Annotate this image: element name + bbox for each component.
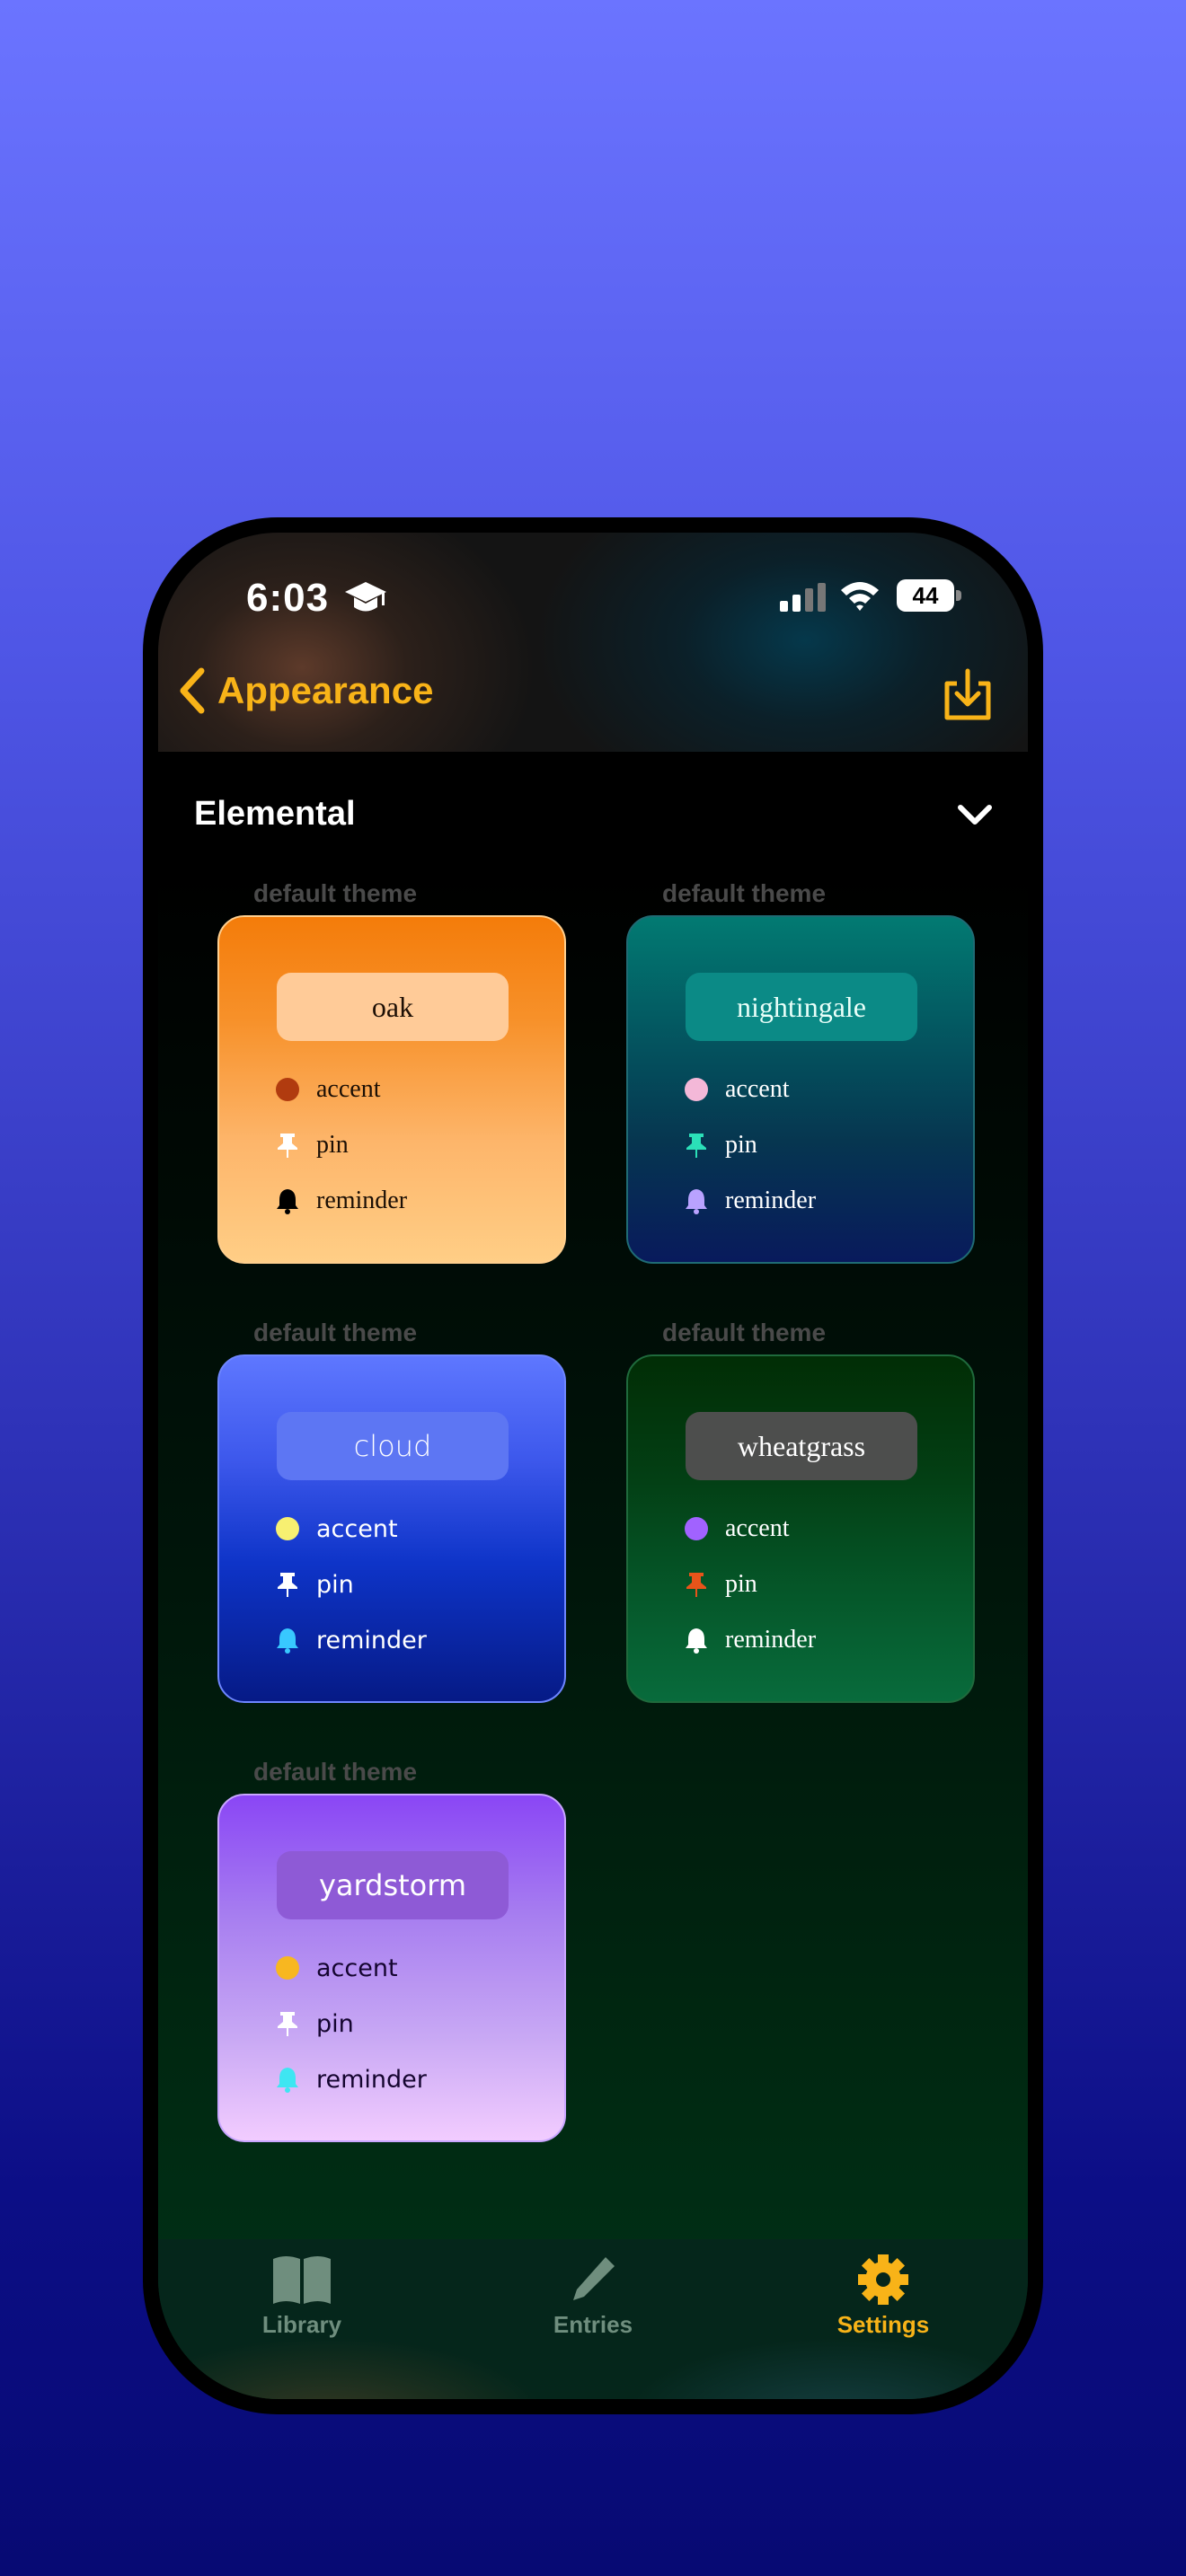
graduation-cap-icon (345, 582, 386, 612)
tab-label: Entries (553, 2311, 633, 2338)
accent-dot (276, 1078, 299, 1101)
accent-dot (276, 1517, 299, 1540)
accent-row: accent (273, 1514, 398, 1543)
wifi-icon (841, 582, 879, 611)
pin-icon (686, 1573, 706, 1597)
accent-label: accent (725, 1075, 790, 1103)
accent-label: accent (316, 1954, 398, 1982)
reminder-row: reminder (682, 1626, 816, 1654)
accent-dot (276, 1956, 299, 1980)
theme-card[interactable]: wheatgrass accent pin reminder (626, 1354, 975, 1703)
status-time: 6:03 (246, 576, 330, 620)
battery-icon: 44 (897, 579, 963, 612)
tab-bar: Library Entries Settings (158, 2239, 1028, 2399)
accent-row: accent (682, 1514, 790, 1543)
reminder-row: reminder (682, 1187, 816, 1215)
bell-icon (686, 1189, 707, 1214)
chevron-left-icon (180, 667, 205, 714)
reminder-row: reminder (273, 2065, 427, 2094)
bell-icon (277, 2068, 298, 2093)
export-icon[interactable] (942, 667, 994, 723)
theme-name-pill: nightingale (686, 973, 917, 1041)
pencil-icon (573, 2257, 615, 2300)
battery-level: 44 (897, 579, 954, 612)
tab-entries[interactable]: Entries (503, 2254, 683, 2339)
bell-icon (277, 1628, 298, 1654)
pin-icon (686, 1134, 706, 1158)
section-title: Elemental (194, 795, 356, 833)
pin-label: pin (316, 1570, 354, 1599)
theme-label: default theme (253, 1319, 418, 1346)
reminder-label: reminder (316, 2065, 427, 2094)
pin-row: pin (682, 1570, 757, 1599)
tab-settings[interactable]: Settings (793, 2254, 973, 2339)
cellular-signal-icon (780, 583, 826, 612)
pin-icon (278, 2012, 297, 2036)
accent-row: accent (273, 1075, 381, 1104)
pin-label: pin (725, 1570, 757, 1598)
reminder-label: reminder (725, 1626, 817, 1654)
pin-label: pin (316, 2009, 354, 2038)
theme-label: default theme (253, 1758, 418, 1786)
reminder-row: reminder (273, 1187, 407, 1215)
reminder-row: reminder (273, 1626, 427, 1654)
theme-name-pill: cloud (277, 1412, 509, 1480)
navigation-bar: 6:03 44 Appearance (158, 533, 1028, 752)
theme-card[interactable]: oak accent pin reminder (217, 915, 566, 1264)
theme-name-pill: wheatgrass (686, 1412, 917, 1480)
accent-dot (685, 1517, 708, 1540)
pin-label: pin (725, 1131, 757, 1159)
chevron-down-icon[interactable] (956, 800, 994, 829)
bell-icon (686, 1628, 707, 1654)
pin-icon (278, 1134, 297, 1158)
reminder-label: reminder (316, 1626, 427, 1654)
pin-row: pin (273, 1131, 349, 1160)
app-screen: 6:03 44 Appearance Elemental default the… (158, 533, 1028, 2399)
pin-label: pin (316, 1131, 349, 1159)
accent-label: accent (725, 1514, 790, 1542)
reminder-label: reminder (316, 1187, 408, 1214)
tab-library[interactable]: Library (212, 2254, 392, 2339)
bell-icon (277, 1189, 298, 1214)
pin-row: pin (682, 1131, 757, 1160)
gear-icon (858, 2254, 908, 2305)
accent-label: accent (316, 1075, 381, 1103)
theme-label: default theme (662, 879, 827, 907)
theme-label: default theme (662, 1319, 827, 1346)
pin-row: pin (273, 2009, 354, 2038)
accent-dot (685, 1078, 708, 1101)
theme-name-pill: oak (277, 973, 509, 1041)
tab-label: Settings (836, 2311, 930, 2338)
accent-label: accent (316, 1514, 398, 1543)
theme-card[interactable]: cloud accent pin reminder (217, 1354, 566, 1703)
theme-card[interactable]: nightingale accent pin reminder (626, 915, 975, 1264)
book-icon (273, 2256, 331, 2304)
reminder-label: reminder (725, 1187, 817, 1214)
accent-row: accent (682, 1075, 790, 1104)
theme-name-pill: yardstorm (277, 1851, 509, 1919)
accent-row: accent (273, 1954, 398, 1982)
pin-icon (278, 1573, 297, 1597)
page-title: Appearance (217, 669, 434, 711)
pin-row: pin (273, 1570, 354, 1599)
theme-label: default theme (253, 879, 418, 907)
device-frame: 6:03 44 Appearance Elemental default the… (143, 517, 1043, 2414)
tab-label: Library (261, 2311, 342, 2338)
theme-card[interactable]: yardstorm accent pin reminder (217, 1794, 566, 2142)
back-button[interactable]: Appearance (176, 667, 433, 714)
battery-tip (956, 590, 961, 601)
